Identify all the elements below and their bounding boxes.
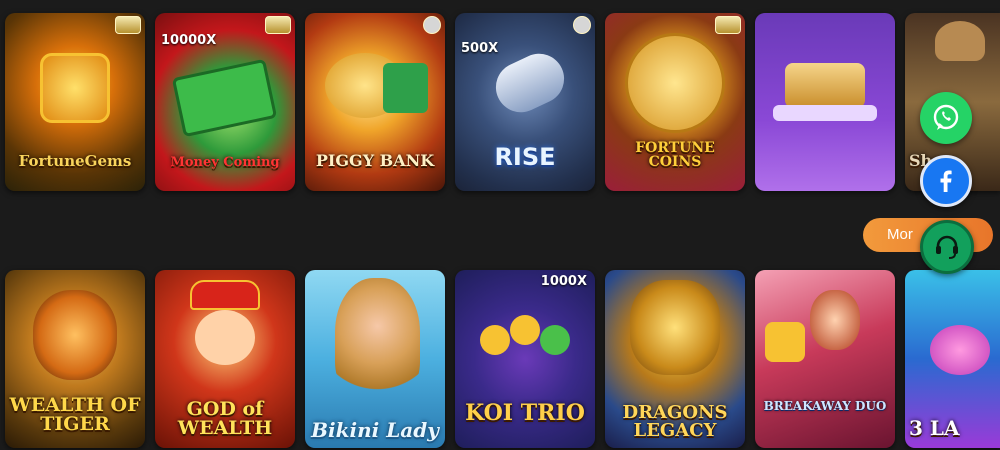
coin-icon xyxy=(540,325,570,355)
whatsapp-icon xyxy=(933,104,959,130)
facebook-button[interactable] xyxy=(920,155,972,207)
crown-hat-icon xyxy=(190,280,260,310)
provider-badge xyxy=(115,16,141,34)
game-tile-breakaway-duo[interactable]: BREAKAWAY DUO xyxy=(755,270,895,448)
cowboy-hat-icon xyxy=(935,21,985,61)
game-tile-god-of-wealth[interactable]: GOD of WEALTH xyxy=(155,270,295,448)
game-tile-three-lady[interactable]: 3 LA xyxy=(905,270,1000,448)
game-tile-crazy-rise[interactable]: 500X RISE xyxy=(455,13,595,191)
multiplier-tag: 10000X xyxy=(161,33,217,48)
pink-gem-icon xyxy=(930,325,990,375)
game-tile-bikini-lady[interactable]: Bikini Lady xyxy=(305,270,445,448)
game-tile-fortune-gems[interactable]: FortuneGems xyxy=(5,13,145,191)
coin-icon xyxy=(510,315,540,345)
game-title: GOD of WEALTH xyxy=(177,398,273,439)
headset-icon xyxy=(936,235,958,259)
castle-emblem-icon xyxy=(785,63,865,108)
game-row-top: FortuneGems 10000X Money Coming PIGGY BA… xyxy=(0,13,1000,193)
game-title: BREAKAWAY DUO xyxy=(763,399,887,413)
game-tile-money-coming[interactable]: 10000X Money Coming xyxy=(155,13,295,191)
coin-icon xyxy=(480,325,510,355)
provider-badge xyxy=(573,16,591,34)
golden-mask-icon xyxy=(40,53,110,123)
dragon-head-icon xyxy=(630,280,720,375)
multiplier-tag: 1000X xyxy=(540,274,587,289)
character-portrait xyxy=(335,278,420,398)
game-tile-fortune-coins[interactable]: FORTUNE COINS xyxy=(605,13,745,191)
customer-support-button[interactable] xyxy=(920,220,974,274)
green-key-icon xyxy=(383,63,428,113)
game-tile-dragons-legacy[interactable]: DRAGONS LEGACY xyxy=(605,270,745,448)
logo-banner xyxy=(773,105,877,121)
game-title: FORTUNE COINS xyxy=(635,140,715,170)
game-tile-knight-slot[interactable] xyxy=(755,13,895,191)
more-button-label: Mor xyxy=(887,226,913,243)
game-row-bottom: WEALTH OF TIGER GOD of WEALTH Bikini Lad… xyxy=(0,270,1000,450)
facebook-icon xyxy=(940,170,952,192)
gold-coin-icon xyxy=(625,33,725,133)
game-title: WEALTH OF TIGER xyxy=(9,394,141,435)
player-figure xyxy=(810,290,860,350)
game-tile-piggy-bank[interactable]: PIGGY BANK xyxy=(305,13,445,191)
tiger-icon xyxy=(33,290,117,380)
game-tile-wealth-of-tiger[interactable]: WEALTH OF TIGER xyxy=(5,270,145,448)
game-title: FortuneGems xyxy=(18,152,132,170)
trophy-icon xyxy=(765,322,805,362)
face-icon xyxy=(195,310,255,365)
game-title: RISE xyxy=(494,143,556,171)
game-title: Money Coming xyxy=(170,155,280,170)
provider-badge xyxy=(265,16,291,34)
game-title: Bikini Lady xyxy=(311,418,439,442)
multiplier-tag: 500X xyxy=(461,41,499,56)
game-title: DRAGONS LEGACY xyxy=(622,402,728,441)
whatsapp-button[interactable] xyxy=(920,92,972,144)
provider-badge xyxy=(715,16,741,34)
game-tile-koi-trio[interactable]: 1000X KOI TRIO xyxy=(455,270,595,448)
game-title: KOI TRIO xyxy=(465,400,585,426)
provider-badge xyxy=(423,16,441,34)
game-title: 3 LA xyxy=(909,416,960,440)
game-title: PIGGY BANK xyxy=(315,151,435,170)
